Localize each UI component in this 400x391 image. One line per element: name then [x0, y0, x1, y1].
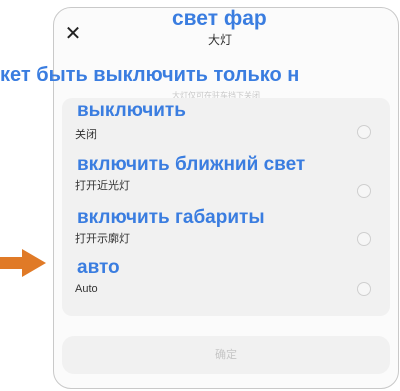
- radio-button[interactable]: [357, 125, 371, 139]
- option-translation: выключить: [77, 100, 186, 121]
- option-auto[interactable]: авто Auto: [62, 256, 390, 308]
- subtitle-translation: кет быть выключить только н: [0, 64, 300, 86]
- option-translation: включить ближний свет: [77, 154, 306, 175]
- radio-button[interactable]: [357, 282, 371, 296]
- dialog-title-translation: свет фар: [172, 7, 267, 30]
- option-label: Auto: [75, 283, 98, 295]
- option-translation: включить габариты: [77, 207, 265, 228]
- option-low-beam[interactable]: включить ближний свет 打开近光灯: [62, 150, 390, 202]
- radio-button[interactable]: [357, 232, 371, 246]
- option-label: 打开近光灯: [75, 180, 130, 192]
- radio-button[interactable]: [357, 184, 371, 198]
- close-icon[interactable]: ✕: [63, 24, 83, 44]
- option-translation: авто: [77, 257, 120, 278]
- dialog-title: 大灯: [208, 33, 233, 47]
- option-position-lights[interactable]: включить габариты 打开示廓灯: [62, 203, 390, 255]
- option-label: 打开示廓灯: [75, 233, 130, 245]
- confirm-button[interactable]: 确定: [62, 336, 390, 374]
- arrow-pointer-icon: [0, 249, 46, 277]
- option-off[interactable]: выключить 关闭: [62, 100, 390, 152]
- option-label: 关闭: [75, 129, 97, 141]
